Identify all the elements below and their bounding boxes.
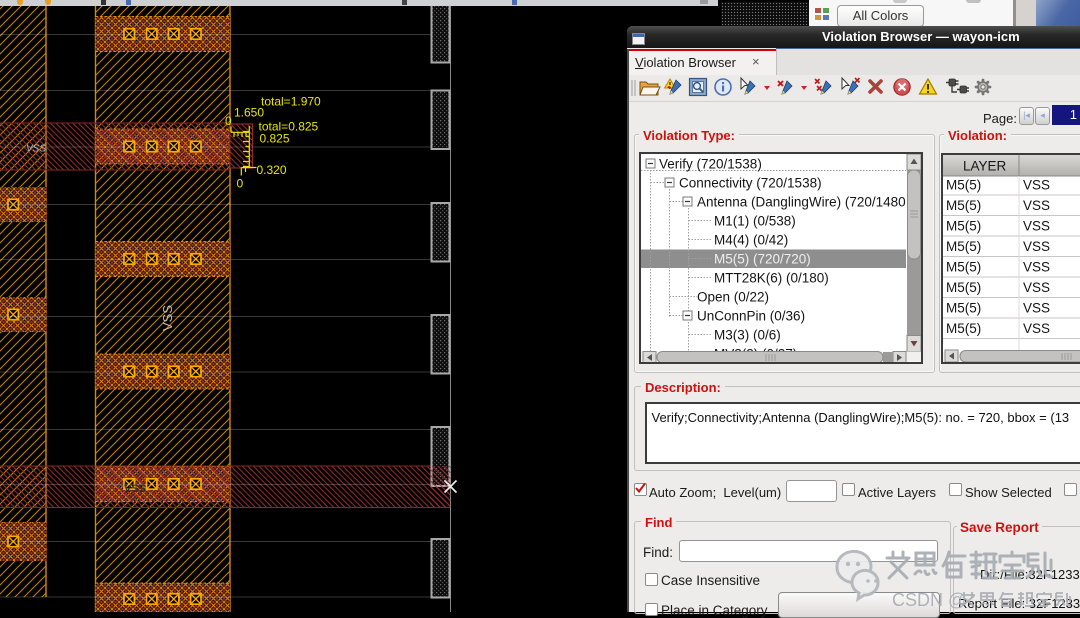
svg-text:1.650: 1.650: [234, 106, 264, 120]
svg-text:M5(5): M5(5): [946, 239, 981, 254]
svg-text:LAYER: LAYER: [963, 158, 1007, 173]
svg-text:total=1.970: total=1.970: [261, 95, 321, 109]
svg-text:VSS: VSS: [1023, 198, 1050, 213]
svg-text:VSS: VSS: [1023, 280, 1050, 295]
svg-text:M1(1) (0/538): M1(1) (0/538): [714, 214, 796, 229]
svg-text:VSS: VSS: [124, 483, 146, 495]
svg-text:M5(5): M5(5): [946, 300, 981, 315]
svg-text:0.825: 0.825: [260, 132, 290, 146]
svg-text:M5(5) (720/720): M5(5) (720/720): [714, 252, 811, 267]
svg-text:VSS: VSS: [1023, 239, 1050, 254]
svg-text:M5(5): M5(5): [946, 198, 981, 213]
svg-text:Connectivity (720/1538): Connectivity (720/1538): [679, 176, 822, 191]
svg-text:MTT28K(6) (0/180): MTT28K(6) (0/180): [714, 271, 829, 286]
svg-text:M5(5): M5(5): [946, 177, 981, 192]
svg-text:VSS: VSS: [1023, 177, 1050, 192]
svg-text:M5(5): M5(5): [946, 218, 981, 233]
svg-text:M5(5): M5(5): [946, 259, 981, 274]
svg-text:0: 0: [237, 177, 244, 191]
svg-text:M4(4) (0/42): M4(4) (0/42): [714, 233, 788, 248]
svg-text:VSS: VSS: [1023, 218, 1050, 233]
svg-text:CSDN @: CSDN @: [892, 590, 966, 610]
svg-text:Antenna (DanglingWire) (720/14: Antenna (DanglingWire) (720/1480: [697, 195, 906, 210]
svg-text:M5(5): M5(5): [946, 280, 981, 295]
svg-text:0.320: 0.320: [257, 163, 287, 177]
svg-text:Open (0/22): Open (0/22): [697, 290, 769, 305]
svg-text:M5(5): M5(5): [946, 321, 981, 336]
svg-text:VSS: VSS: [160, 305, 175, 331]
svg-text:VSS: VSS: [26, 144, 46, 155]
svg-text:Verify (720/1538): Verify (720/1538): [659, 157, 762, 172]
svg-text:M3(3) (0/6): M3(3) (0/6): [714, 328, 781, 343]
svg-text:VSS: VSS: [1023, 300, 1050, 315]
svg-text:VSS: VSS: [1023, 259, 1050, 274]
svg-text:VSS: VSS: [1023, 321, 1050, 336]
svg-text:UnConnPin (0/36): UnConnPin (0/36): [697, 309, 805, 324]
svg-text:0: 0: [225, 114, 232, 128]
